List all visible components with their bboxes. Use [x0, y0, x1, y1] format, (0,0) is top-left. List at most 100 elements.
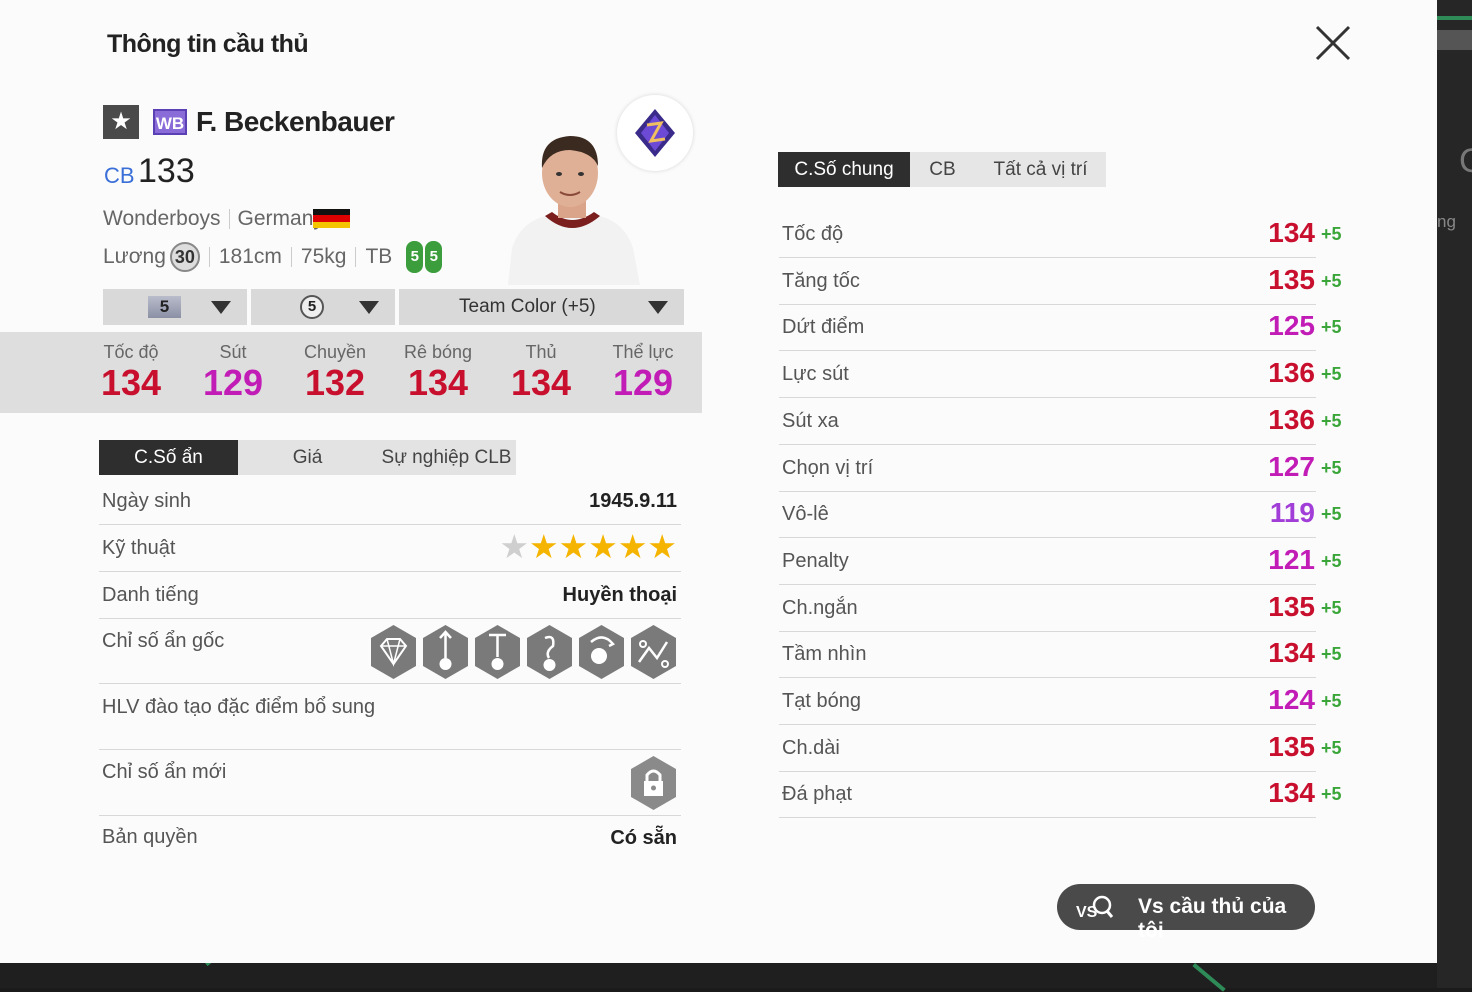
stat-bonus: +5 [1321, 784, 1342, 805]
stat-label: Tầm nhìn [782, 643, 867, 666]
stat-label: Sút xa [782, 409, 839, 432]
training-dropdown[interactable]: 5 [251, 289, 395, 325]
trait-icons [366, 624, 678, 680]
birth-value: 1945.9.11 [589, 490, 677, 512]
stat-value: 135 [1268, 730, 1315, 762]
right-foot-rating: 5 [425, 241, 443, 273]
salary-badge: 30 [169, 242, 200, 272]
birth-row: Ngày sinh 1945.9.11 [99, 478, 681, 525]
license-value: Có sẵn [610, 827, 677, 849]
coach-traits-label: HLV đào tạo đặc điểm bổ sung [102, 696, 376, 718]
team-name: Wonderboys [103, 207, 221, 230]
background-accent [1437, 16, 1472, 20]
main-stat-value: 129 [202, 362, 264, 403]
club-logo-icon [617, 95, 693, 171]
stat-row: Tạt bóng 124 +5 [779, 678, 1342, 725]
tab-cb-position[interactable]: CB [910, 152, 975, 187]
stat-value: 135 [1268, 590, 1315, 622]
coach-traits-row: HLV đào tạo đặc điểm bổ sung [99, 684, 681, 750]
compare-my-player-button[interactable]: VS Vs cầu thủ của tôi [1057, 884, 1315, 942]
stat-label: Tốc độ [782, 223, 844, 245]
stat-bonus: +5 [1321, 504, 1342, 525]
stat-label: Ch.dài [782, 736, 840, 759]
power-header-trait-icon[interactable] [473, 624, 522, 680]
main-stat: Sút 129 [183, 342, 283, 404]
birth-label: Ngày sinh [102, 490, 191, 512]
divider [290, 247, 292, 267]
star-icon: ★ [588, 528, 618, 565]
skill-stars: ★ ★ ★ ★ ★ ★ [499, 528, 677, 565]
stat-row: Ch.dài 135 +5 [779, 725, 1342, 772]
stat-value: 134 [1268, 637, 1315, 669]
stat-bonus: +5 [1321, 410, 1342, 431]
stat-bonus: +5 [1321, 550, 1342, 571]
main-stat-label: Thể lực [612, 342, 674, 362]
star-icon: ★ [529, 528, 559, 565]
stat-bonus: +5 [1321, 691, 1342, 711]
stat-bonus: +5 [1321, 270, 1342, 291]
germany-flag-icon [313, 209, 350, 228]
fame-label: Danh tiếng [102, 584, 199, 606]
stat-value: 136 [1268, 357, 1315, 389]
stat-bonus: +5 [1321, 457, 1342, 478]
level-value: 5 [148, 296, 181, 318]
new-traits-label: Chỉ số ẩn mới [102, 761, 227, 783]
background-text-fragment: ng [1437, 212, 1456, 231]
stat-bonus: +5 [1321, 224, 1342, 244]
fame-value: Huyền thoại [562, 584, 677, 606]
tab-hidden-stats[interactable]: C.Số ẩn [99, 440, 238, 475]
stat-value: 135 [1268, 263, 1315, 295]
tab-price[interactable]: Giá [238, 440, 377, 475]
diamond-trait-icon[interactable] [369, 624, 418, 680]
stat-row: Dứt điểm 125 +5 [779, 304, 1342, 352]
stat-row: Đá phạt 134 +5 [779, 771, 1342, 819]
stat-label: Penalty [782, 549, 849, 572]
lock-icon[interactable] [629, 755, 678, 811]
stat-value: 127 [1268, 450, 1315, 482]
favorite-star-icon[interactable]: ★ [103, 105, 139, 139]
stat-bonus: +5 [1321, 644, 1342, 665]
main-stat: Chuyền 132 [285, 342, 385, 404]
season-badge: WB [153, 109, 187, 135]
main-stat-value: 132 [304, 362, 366, 403]
level-dropdown[interactable]: 5 [103, 289, 247, 325]
divider [208, 247, 210, 267]
star-empty-icon: ★ [499, 528, 530, 565]
star-icon: ★ [558, 528, 589, 565]
close-icon[interactable] [1312, 22, 1354, 64]
main-stat-label: Thủ [525, 342, 557, 362]
body-type: TB [365, 245, 393, 268]
stat-bonus: +5 [1321, 317, 1342, 338]
stat-value: 134 [1268, 217, 1315, 248]
stat-row: Penalty 121 +5 [779, 538, 1342, 585]
tab-all-positions[interactable]: Tất cả vị trí [975, 152, 1106, 187]
license-row: Bản quyền Có sẵn [99, 816, 681, 862]
background-bar [1437, 30, 1472, 50]
traits-row: Chỉ số ẩn gốc [99, 619, 681, 684]
long-shot-trait-icon[interactable] [421, 624, 470, 680]
dribbler-trait-icon[interactable] [525, 624, 574, 680]
nation-name: Germany [237, 207, 324, 230]
skill-row: Kỹ thuật ★ ★ ★ ★ ★ ★ [99, 525, 681, 572]
stat-value: 121 [1268, 543, 1315, 575]
stat-value: 124 [1268, 684, 1315, 715]
salary-label: Lương [103, 245, 166, 268]
main-stat-value: 134 [510, 362, 572, 403]
playmaker-trait-icon[interactable] [629, 624, 678, 680]
player-overall: 133 [138, 152, 195, 190]
stat-row: Vô-lê 119 +5 [779, 491, 1342, 539]
stat-row: Sút xa 136 +5 [779, 398, 1342, 445]
tab-general-stats[interactable]: C.Số chung [778, 152, 910, 187]
flair-trait-icon[interactable] [577, 624, 626, 680]
stat-value: 136 [1268, 403, 1315, 435]
traits-label: Chỉ số ẩn gốc [102, 630, 225, 652]
stat-row: Tầm nhìn 134 +5 [779, 631, 1342, 679]
stat-row: Tăng tốc 135 +5 [779, 258, 1342, 305]
tab-club-career[interactable]: Sự nghiệp CLB [377, 440, 516, 475]
team-color-dropdown[interactable]: Team Color (+5) [399, 289, 684, 325]
main-stat: Thủ 134 [491, 342, 591, 404]
main-stat: Tốc độ 134 [81, 342, 181, 404]
skill-label: Kỹ thuật [102, 537, 176, 559]
compare-vs-icon: VS [1076, 895, 1114, 921]
stat-label: Đá phạt [782, 783, 853, 806]
